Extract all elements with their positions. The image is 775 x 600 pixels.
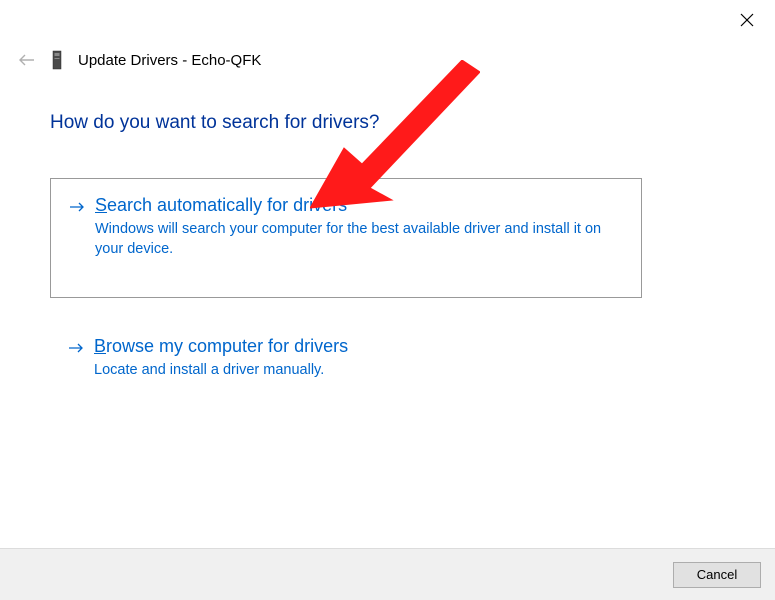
cancel-button[interactable]: Cancel	[673, 562, 761, 588]
option-search-automatically[interactable]: Search automatically for drivers Windows…	[50, 178, 642, 298]
option-text-block: Search automatically for drivers Windows…	[95, 195, 623, 259]
device-icon	[50, 50, 64, 70]
dialog-title: Update Drivers - Echo-QFK	[78, 52, 261, 69]
option-description: Windows will search your computer for th…	[95, 220, 623, 259]
page-heading: How do you want to search for drivers?	[50, 112, 380, 134]
option-content: Search automatically for drivers Windows…	[69, 195, 623, 259]
back-button[interactable]	[18, 51, 36, 69]
arrow-right-icon	[68, 341, 84, 359]
close-icon	[740, 13, 754, 27]
arrow-right-icon	[69, 200, 85, 218]
option-title: Browse my computer for drivers	[94, 336, 624, 357]
option-description: Locate and install a driver manually.	[94, 361, 624, 381]
back-arrow-icon	[19, 54, 35, 66]
dialog-footer: Cancel	[0, 548, 775, 600]
close-button[interactable]	[737, 10, 757, 30]
option-browse-computer[interactable]: Browse my computer for drivers Locate an…	[50, 320, 642, 397]
option-title: Search automatically for drivers	[95, 195, 623, 216]
option-text-block: Browse my computer for drivers Locate an…	[94, 336, 624, 381]
option-content: Browse my computer for drivers Locate an…	[68, 336, 624, 381]
dialog-header: Update Drivers - Echo-QFK	[18, 50, 261, 70]
